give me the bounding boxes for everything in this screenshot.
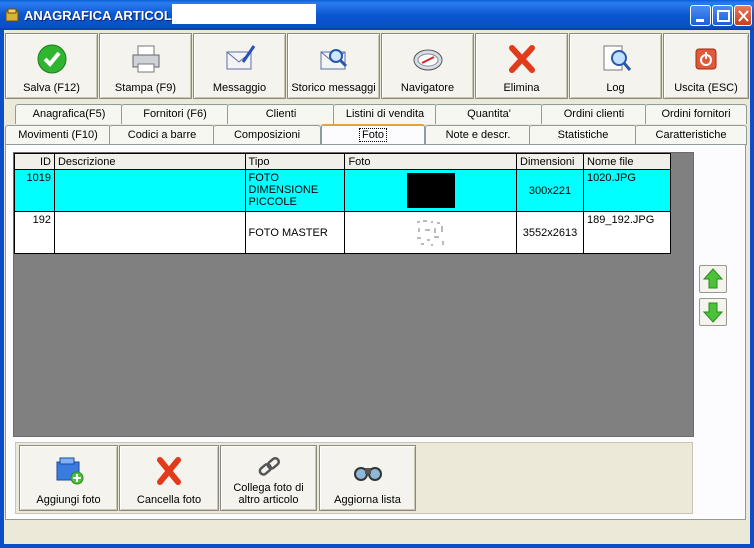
cell-foto[interactable]: [344, 211, 518, 254]
table-row[interactable]: 192 FOTO MASTER 3552x2613 189_192.JPG: [14, 211, 671, 254]
tab-ordini-fornitori[interactable]: Ordini fornitori: [645, 104, 747, 124]
cell-dimensioni[interactable]: 3552x2613: [516, 211, 584, 254]
tab-caratteristiche[interactable]: Caratteristiche: [635, 125, 747, 145]
tab-anagrafica[interactable]: Anagrafica(F5): [15, 104, 123, 124]
navigator-label: Navigatore: [400, 82, 455, 94]
exit-label: Uscita (ESC): [674, 82, 738, 94]
exit-icon: [695, 48, 717, 70]
print-button[interactable]: Stampa (F9): [99, 33, 192, 99]
delete-button[interactable]: Elimina: [475, 33, 568, 99]
refresh-list-label: Aggiorna lista: [334, 494, 401, 506]
save-button[interactable]: Salva (F12): [5, 33, 98, 99]
delete-icon: [508, 45, 535, 73]
col-header-tipo[interactable]: Tipo: [244, 153, 346, 170]
message-history-button[interactable]: Storico messaggi: [287, 33, 380, 99]
photo-grid: ID Descrizione Tipo Foto Dimensioni Nome…: [14, 153, 671, 254]
message-button[interactable]: Messaggio: [193, 33, 286, 99]
col-header-id[interactable]: ID: [14, 153, 55, 170]
tab-foto[interactable]: Foto: [321, 124, 425, 146]
photo-thumbnail: [412, 217, 449, 248]
toolbar: Salva (F12) Stampa (F9) Messaggio Storic…: [5, 33, 749, 99]
binoculars-icon: [353, 467, 382, 481]
tab-composizioni[interactable]: Composizioni: [213, 125, 321, 145]
minimize-icon: [696, 19, 704, 22]
redacted-title-area: [172, 4, 316, 24]
minimize-button[interactable]: [690, 5, 711, 26]
cell-tipo[interactable]: FOTO MASTER: [244, 211, 346, 254]
tab-codici-barre[interactable]: Codici a barre: [109, 125, 215, 145]
col-header-dimensioni[interactable]: Dimensioni: [516, 153, 584, 170]
check-icon: [37, 44, 66, 74]
log-button[interactable]: Log: [569, 33, 662, 99]
exit-button[interactable]: Uscita (ESC): [663, 33, 749, 99]
add-photo-icon: [56, 457, 83, 485]
tab-note-descr[interactable]: Note e descr.: [425, 125, 531, 145]
title-bar: ANAGRAFICA ARTICOLI -: [0, 0, 754, 30]
tab-movimenti[interactable]: Movimenti (F10): [5, 125, 111, 145]
move-down-button[interactable]: [699, 298, 727, 326]
cell-dimensioni[interactable]: 300x221: [516, 169, 584, 212]
add-photo-button[interactable]: Aggiungi foto: [19, 445, 118, 511]
cell-foto[interactable]: [344, 169, 518, 212]
log-label: Log: [606, 82, 625, 94]
tab-statistiche[interactable]: Statistiche: [529, 125, 637, 145]
col-header-nome-file[interactable]: Nome file: [583, 153, 671, 170]
delete-photo-label: Cancella foto: [136, 494, 202, 506]
window-title: ANAGRAFICA ARTICOLI -: [24, 8, 184, 23]
maximize-button[interactable]: [712, 5, 733, 26]
log-icon: [603, 45, 631, 71]
message-label: Messaggio: [212, 82, 267, 94]
print-label: Stampa (F9): [114, 82, 177, 94]
table-row[interactable]: 1019 FOTO DIMENSIONE PICCOLE 300x221 102…: [14, 169, 671, 212]
arrow-down-icon: [702, 302, 724, 323]
cell-tipo[interactable]: FOTO DIMENSIONE PICCOLE: [244, 169, 346, 212]
cell-descrizione[interactable]: [53, 169, 246, 212]
tab-listini-vendita[interactable]: Listini di vendita: [333, 104, 437, 124]
message-icon: [226, 45, 255, 70]
message-history-icon: [320, 49, 347, 70]
link-photo-button[interactable]: Collega foto di altro articolo: [220, 445, 317, 511]
tab-quantita[interactable]: Quantita': [435, 104, 543, 124]
move-up-button[interactable]: [699, 265, 727, 293]
photo-thumbnail: [406, 173, 455, 208]
delete-photo-button[interactable]: Cancella foto: [119, 445, 219, 511]
tabs-top-row: Anagrafica(F5) Fornitori (F6) Clienti Li…: [5, 104, 749, 124]
cell-descrizione[interactable]: [53, 211, 246, 254]
cell-nome-file[interactable]: 189_192.JPG: [583, 211, 671, 254]
cell-id[interactable]: 1019: [14, 169, 55, 212]
add-photo-label: Aggiungi foto: [36, 494, 101, 506]
link-icon: [258, 457, 280, 476]
maximize-icon: [717, 10, 730, 22]
app-icon: [5, 8, 19, 22]
message-history-label: Storico messaggi: [291, 82, 376, 94]
cell-id[interactable]: 192: [14, 211, 55, 254]
tabs-bottom-row: Movimenti (F10) Codici a barre Composizi…: [5, 124, 749, 146]
photo-actions-bar: Aggiungi foto Cancella foto Collega foto…: [15, 442, 693, 514]
arrow-up-icon: [702, 268, 724, 289]
save-label: Salva (F12): [23, 82, 80, 94]
close-button[interactable]: [734, 5, 752, 26]
tab-foto-label: Foto: [358, 128, 387, 142]
tab-ordini-clienti[interactable]: Ordini clienti: [541, 104, 647, 124]
compass-icon: [413, 49, 442, 71]
delete-label: Elimina: [503, 82, 540, 94]
tab-clienti[interactable]: Clienti: [227, 104, 335, 124]
col-header-descrizione[interactable]: Descrizione: [53, 153, 246, 170]
tab-fornitori[interactable]: Fornitori (F6): [121, 104, 229, 124]
link-photo-label: Collega foto di altro articolo: [233, 482, 304, 506]
col-header-foto[interactable]: Foto: [344, 153, 518, 170]
printer-icon: [132, 45, 159, 73]
navigator-button[interactable]: Navigatore: [381, 33, 474, 99]
delete-icon: [157, 457, 181, 485]
cell-nome-file[interactable]: 1020.JPG: [583, 169, 671, 212]
refresh-list-button[interactable]: Aggiorna lista: [319, 445, 416, 511]
close-icon: [738, 10, 749, 22]
